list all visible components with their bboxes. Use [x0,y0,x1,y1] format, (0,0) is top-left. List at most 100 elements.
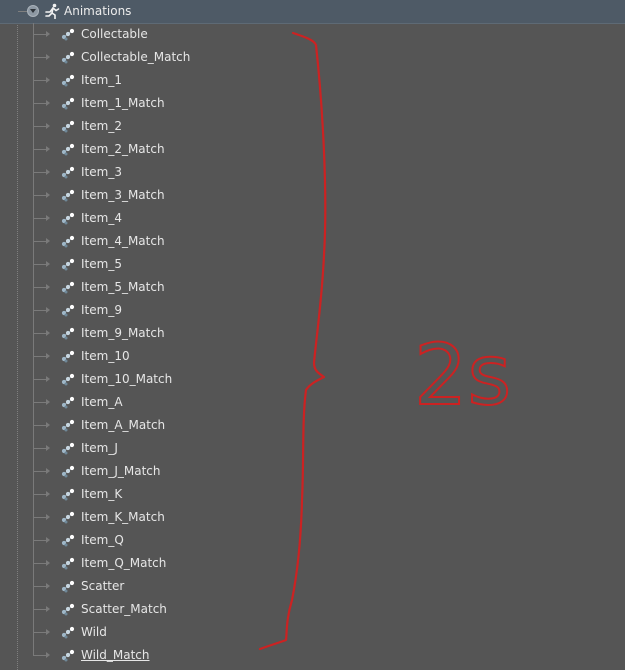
tree-item-label: Item_1 [81,73,122,87]
tree-item-label: Item_3_Match [81,188,165,202]
animation-sequence-icon [61,419,75,432]
tree-item-label: Wild_Match [81,648,150,662]
tree-item-label: Collectable [81,27,148,41]
connector-arrow-icon [46,330,50,336]
animation-sequence-icon [61,580,75,593]
connector-arrow-icon [46,261,50,267]
animation-sequence-icon [61,304,75,317]
tree-item[interactable]: Item_5 [0,253,625,276]
animation-sequence-icon [61,534,75,547]
animation-sequence-icon [61,603,75,616]
tree-item-label: Item_10 [81,349,130,363]
connector-arrow-icon [46,353,50,359]
tree-item[interactable]: Wild_Match [0,644,625,667]
tree-node-label: Animations [64,4,132,18]
tree-item-label: Item_9 [81,303,122,317]
tree-item[interactable]: Item_5_Match [0,276,625,299]
tree-item[interactable]: Item_10_Match [0,368,625,391]
tree-item-label: Item_3 [81,165,122,179]
connector-arrow-icon [46,514,50,520]
connector-arrow-icon [46,100,50,106]
tree-item[interactable]: Item_1 [0,69,625,92]
tree-item-label: Item_A [81,395,123,409]
tree-item[interactable]: Item_Q_Match [0,552,625,575]
animation-sequence-icon [61,74,75,87]
animation-sequence-icon [61,258,75,271]
tree-node-animations[interactable]: Animations [0,0,625,24]
animation-sequence-icon [61,327,75,340]
tree-item-label: Wild [81,625,107,639]
tree-item-label: Item_2 [81,119,122,133]
connector-arrow-icon [46,54,50,60]
tree-item-label: Scatter [81,579,125,593]
animation-sequence-icon [61,465,75,478]
connector-arrow-icon [46,31,50,37]
animation-sequence-icon [61,396,75,409]
tree-item[interactable]: Item_9_Match [0,322,625,345]
tree-item-label: Scatter_Match [81,602,167,616]
tree-item-label: Item_9_Match [81,326,165,340]
running-figure-icon [45,3,60,19]
tree-item-label: Item_J [81,441,118,455]
tree-item-label: Item_4 [81,211,122,225]
connector-arrow-icon [46,146,50,152]
animation-sequence-icon [61,350,75,363]
tree-item[interactable]: Item_J [0,437,625,460]
connector-arrow-icon [46,537,50,543]
animation-sequence-icon [61,442,75,455]
tree-item[interactable]: Scatter_Match [0,598,625,621]
tree-item[interactable]: Item_A_Match [0,414,625,437]
tree-item[interactable]: Item_J_Match [0,460,625,483]
animation-sequence-icon [61,51,75,64]
tree-item[interactable]: Item_2 [0,115,625,138]
connector-arrow-icon [46,284,50,290]
connector-arrow-icon [46,238,50,244]
animation-sequence-icon [61,143,75,156]
collapse-toggle-icon[interactable] [27,5,39,17]
tree-item[interactable]: Item_Q [0,529,625,552]
animation-sequence-icon [61,281,75,294]
tree-item-label: Item_5_Match [81,280,165,294]
tree-item[interactable]: Collectable_Match [0,46,625,69]
animation-sequence-icon [61,189,75,202]
tree-item-label: Item_Q_Match [81,556,167,570]
tree-item-label: Collectable_Match [81,50,191,64]
tree-item[interactable]: Item_2_Match [0,138,625,161]
tree-item[interactable]: Item_10 [0,345,625,368]
tree-item-label: Item_Q [81,533,124,547]
connector-arrow-icon [46,169,50,175]
tree-item-label: Item_A_Match [81,418,166,432]
connector-arrow-icon [46,652,50,658]
animation-sequence-icon [61,511,75,524]
animation-sequence-icon [61,212,75,225]
tree-item-label: Item_4_Match [81,234,165,248]
tree-item[interactable]: Item_K_Match [0,506,625,529]
connector-arrow-icon [46,192,50,198]
tree-item[interactable]: Collectable [0,23,625,46]
connector-arrow-icon [46,307,50,313]
tree-item[interactable]: Item_K [0,483,625,506]
tree-item[interactable]: Item_9 [0,299,625,322]
tree-item[interactable]: Item_4 [0,207,625,230]
tree-item[interactable]: Wild [0,621,625,644]
tree-item[interactable]: Item_A [0,391,625,414]
tree-item[interactable]: Item_4_Match [0,230,625,253]
animation-sequence-icon [61,557,75,570]
connector-arrow-icon [46,560,50,566]
animation-sequence-icon [61,235,75,248]
connector-arrow-icon [46,422,50,428]
tree-item[interactable]: Scatter [0,575,625,598]
tree-item-label: Item_K [81,487,123,501]
animation-sequence-icon [61,488,75,501]
tree-item[interactable]: Item_3_Match [0,184,625,207]
animation-sequence-icon [61,166,75,179]
tree-item-label: Item_K_Match [81,510,165,524]
animation-sequence-icon [61,97,75,110]
animation-sequence-icon [61,120,75,133]
tree-item[interactable]: Item_3 [0,161,625,184]
tree-item-label: Item_5 [81,257,122,271]
connector-arrow-icon [46,606,50,612]
connector-arrow-icon [46,399,50,405]
tree-item[interactable]: Item_1_Match [0,92,625,115]
animation-sequence-icon [61,28,75,41]
